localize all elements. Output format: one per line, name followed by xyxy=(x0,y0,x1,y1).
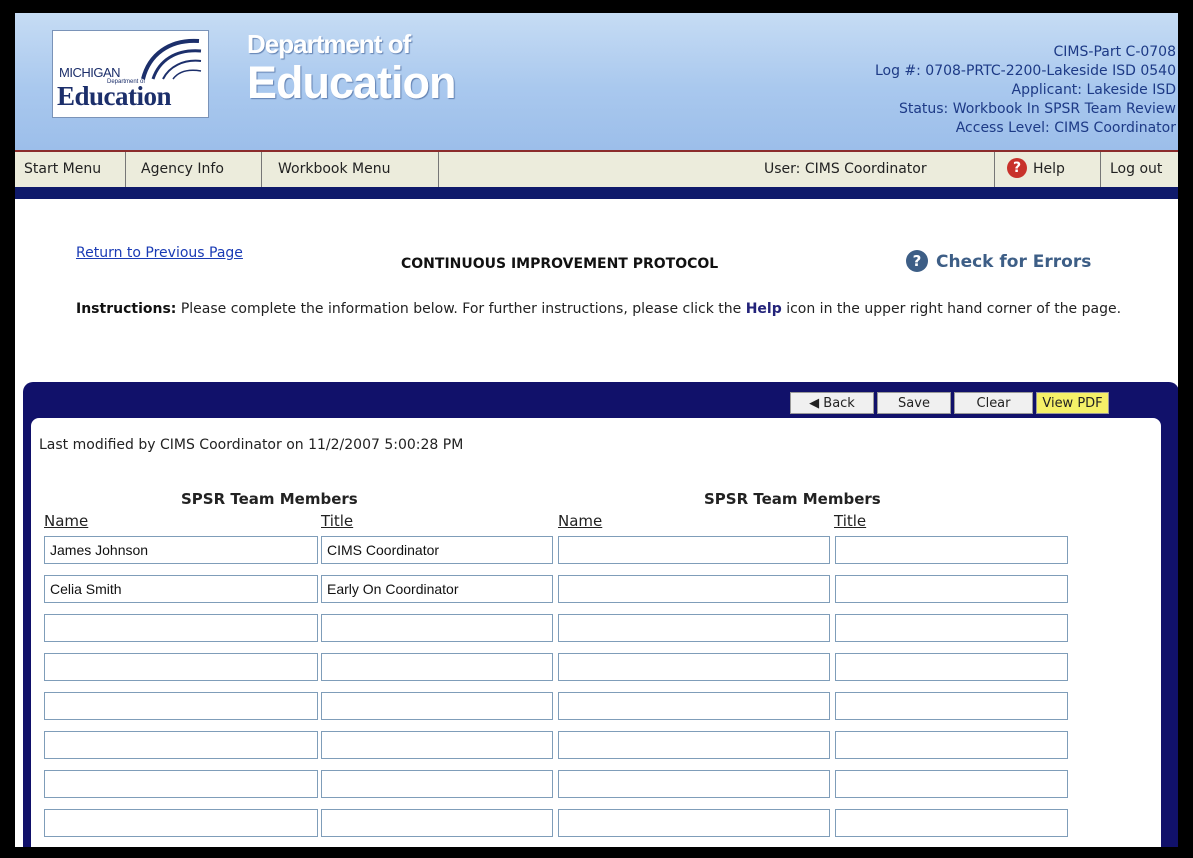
question-icon: ? xyxy=(906,249,928,272)
title-input[interactable] xyxy=(321,809,553,837)
name-input[interactable] xyxy=(44,614,318,642)
check-errors-label: Check for Errors xyxy=(936,252,1092,272)
name-input-right[interactable] xyxy=(558,770,830,798)
return-to-previous-link[interactable]: Return to Previous Page xyxy=(76,245,243,261)
info-applicant: Applicant: Lakeside ISD xyxy=(1011,82,1176,98)
save-button[interactable]: Save xyxy=(877,392,951,414)
name-input-right[interactable] xyxy=(558,809,830,837)
nav-user: User: CIMS Coordinator xyxy=(764,161,927,177)
form-body: Last modified by CIMS Coordinator on 11/… xyxy=(31,418,1161,847)
title-input-right[interactable] xyxy=(835,770,1068,798)
name-input-right[interactable] xyxy=(558,653,830,681)
department-title-line1: Department of xyxy=(247,29,411,59)
title-input[interactable]: CIMS Coordinator xyxy=(321,536,553,564)
title-input[interactable] xyxy=(321,692,553,720)
instructions-text: Please complete the information below. F… xyxy=(180,301,742,317)
help-icon: ? xyxy=(1007,157,1027,178)
team-members-heading-left: SPSR Team Members xyxy=(181,490,358,508)
michigan-education-logo: MICHIGAN Department of Education xyxy=(52,30,209,118)
info-access-level: Access Level: CIMS Coordinator xyxy=(955,120,1176,136)
title-input[interactable] xyxy=(321,770,553,798)
title-input[interactable] xyxy=(321,653,553,681)
team-members-heading-right: SPSR Team Members xyxy=(704,490,881,508)
name-input[interactable]: James Johnson xyxy=(44,536,318,564)
name-input[interactable] xyxy=(44,692,318,720)
info-status: Status: Workbook In SPSR Team Review xyxy=(898,101,1176,117)
last-modified-text: Last modified by CIMS Coordinator on 11/… xyxy=(39,437,464,453)
name-input-right[interactable] xyxy=(558,692,830,720)
logo-swirl-icon xyxy=(141,38,202,80)
nav-agency-info[interactable]: Agency Info xyxy=(126,152,262,187)
view-pdf-button[interactable]: View PDF xyxy=(1036,392,1109,414)
title-input[interactable] xyxy=(321,731,553,759)
instructions-help-word: Help xyxy=(745,301,782,317)
title-input[interactable]: Early On Coordinator xyxy=(321,575,553,603)
info-part: CIMS-Part C-0708 xyxy=(1053,44,1176,60)
instructions-label: Instructions: xyxy=(76,301,177,317)
back-button[interactable]: ◀ Back xyxy=(790,392,874,414)
clear-button[interactable]: Clear xyxy=(954,392,1033,414)
page-title: CONTINUOUS IMPROVEMENT PROTOCOL xyxy=(401,256,719,272)
nav-help-label: Help xyxy=(1033,161,1065,177)
name-input[interactable]: Celia Smith xyxy=(44,575,318,603)
name-column-header: Name xyxy=(44,512,89,530)
app-window: MICHIGAN Department of Education Departm… xyxy=(15,13,1178,847)
title-input-right[interactable] xyxy=(835,809,1068,837)
nav-divider xyxy=(15,187,1178,199)
title-input-right[interactable] xyxy=(835,575,1068,603)
nav-start-menu[interactable]: Start Menu xyxy=(15,152,126,187)
name-input-right[interactable] xyxy=(558,575,830,603)
logo-michigan-text: MICHIGAN xyxy=(59,65,121,80)
workbook-info: CIMS-Part C-0708 Log #: 0708-PRTC-2200-L… xyxy=(875,43,1176,138)
instructions-text-end: icon in the upper right hand corner of t… xyxy=(786,301,1122,317)
name-input-right[interactable] xyxy=(558,731,830,759)
name-input[interactable] xyxy=(44,809,318,837)
nav-logout[interactable]: Log out xyxy=(1101,152,1178,187)
title-input[interactable] xyxy=(321,614,553,642)
title-input-right[interactable] xyxy=(835,692,1068,720)
title-input-right[interactable] xyxy=(835,536,1068,564)
name-input[interactable] xyxy=(44,770,318,798)
title-input-right[interactable] xyxy=(835,653,1068,681)
name-column-header-right: Name xyxy=(558,512,603,530)
department-title-line2: Education xyxy=(247,57,457,108)
page-header: MICHIGAN Department of Education Departm… xyxy=(15,13,1178,150)
name-input[interactable] xyxy=(44,731,318,759)
info-log: Log #: 0708-PRTC-2200-Lakeside ISD 0540 xyxy=(874,63,1176,79)
name-input-right[interactable] xyxy=(558,536,830,564)
title-column-header-right: Title xyxy=(834,512,867,530)
nav-help[interactable]: ? Help xyxy=(994,152,1101,187)
logo-education-text: Education xyxy=(57,81,172,111)
form-panel: ◀ Back Save Clear View PDF Last modified… xyxy=(23,382,1178,847)
check-for-errors-link[interactable]: ? Check for Errors xyxy=(906,249,1092,272)
name-input[interactable] xyxy=(44,653,318,681)
title-column-header: Title xyxy=(321,512,354,530)
name-input-right[interactable] xyxy=(558,614,830,642)
instructions: Instructions: Please complete the inform… xyxy=(76,300,1126,318)
nav-bar: Start Menu Agency Info Workbook Menu Use… xyxy=(15,150,1178,187)
title-input-right[interactable] xyxy=(835,731,1068,759)
nav-workbook-menu[interactable]: Workbook Menu xyxy=(262,152,439,187)
title-input-right[interactable] xyxy=(835,614,1068,642)
